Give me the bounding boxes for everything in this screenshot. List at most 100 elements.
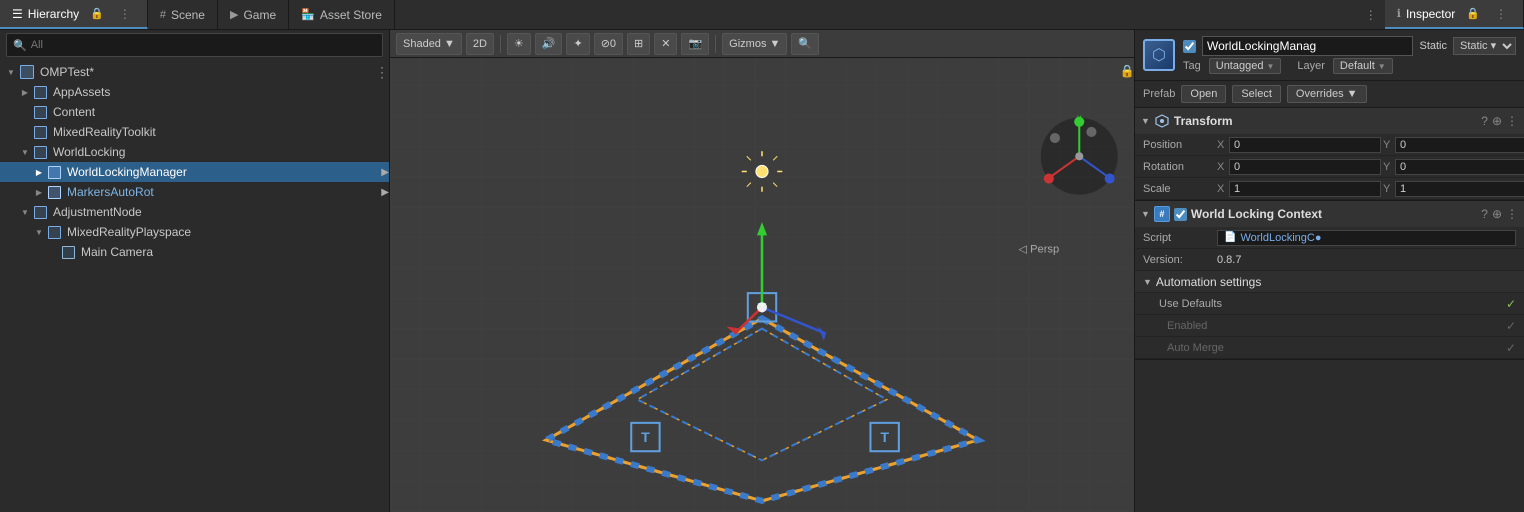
- camera-btn[interactable]: 📷: [681, 33, 709, 55]
- scene-tab-more[interactable]: ⋮: [1357, 8, 1385, 22]
- icon-camera: [62, 246, 75, 259]
- tab-inspector[interactable]: ℹ Inspector 🔒 ⋮: [1385, 0, 1524, 29]
- lighting-btn[interactable]: ☀: [507, 33, 531, 55]
- tree-item-worldlockingmanager[interactable]: WorldLockingManager ▶: [0, 162, 389, 182]
- tree-item-worldlocking[interactable]: WorldLocking: [0, 142, 389, 162]
- icon-mrt: [34, 126, 47, 139]
- svg-text:T: T: [880, 430, 889, 446]
- shading-label: Shaded: [403, 38, 441, 50]
- audio-btn[interactable]: 🔊: [535, 33, 563, 55]
- overrides-button[interactable]: Overrides ▼: [1287, 85, 1367, 103]
- transform-header[interactable]: ▼ Transform ? ⊕ ⋮: [1135, 108, 1524, 134]
- shading-dropdown[interactable]: Shaded ▼: [396, 33, 462, 55]
- wlc-help-icon[interactable]: ?: [1481, 207, 1488, 221]
- inspector-more-icon[interactable]: ⋮: [1491, 7, 1511, 21]
- search-scene-btn[interactable]: 🔍: [791, 33, 819, 55]
- more-omptest[interactable]: ⋮: [375, 64, 389, 81]
- icon-omptest: [20, 65, 34, 79]
- overrides-label: Overrides: [1296, 88, 1344, 100]
- arrow-right-wlm: ▶: [381, 167, 389, 178]
- separator1: [500, 35, 501, 53]
- transform-more-icon[interactable]: ⋮: [1506, 114, 1518, 128]
- tree-item-maincamera[interactable]: Main Camera: [0, 242, 389, 262]
- layer-value[interactable]: Default ▼: [1333, 58, 1393, 74]
- position-fields: X Y Z: [1217, 137, 1524, 153]
- scene-viewport[interactable]: T T T: [390, 58, 1134, 512]
- label-appassets: AppAssets: [53, 85, 110, 99]
- separator2: [715, 35, 716, 53]
- gizmos-btn[interactable]: Gizmos ▼: [722, 33, 787, 55]
- tab-hierarchy[interactable]: ☰ Hierarchy 🔒 ⋮: [0, 0, 148, 29]
- hierarchy-search[interactable]: 🔍: [6, 33, 383, 57]
- more-icon-hierarchy[interactable]: ⋮: [115, 7, 135, 21]
- toggle-btn1[interactable]: ⊘0: [594, 33, 623, 55]
- auto-merge-row: Auto Merge ✓: [1135, 337, 1524, 359]
- wlc-actions: ? ⊕ ⋮: [1481, 207, 1518, 221]
- tree-item-content[interactable]: Content: [0, 102, 389, 122]
- scale-x-input[interactable]: [1229, 181, 1381, 197]
- open-button[interactable]: Open: [1181, 85, 1226, 103]
- gizmos-label: Gizmos: [729, 38, 766, 50]
- game-tab-icon: ▶: [230, 8, 238, 21]
- tree-item-markersautorot[interactable]: MarkersAutoRot ▶: [0, 182, 389, 202]
- tab-asset-store[interactable]: 🏪 Asset Store: [289, 0, 395, 29]
- rot-x-input[interactable]: [1229, 159, 1381, 175]
- tree-item-appassets[interactable]: AppAssets: [0, 82, 389, 102]
- script-name: WorldLockingC●: [1240, 232, 1321, 244]
- pos-y-input[interactable]: [1395, 137, 1524, 153]
- pos-x-input[interactable]: [1229, 137, 1381, 153]
- search-input[interactable]: [31, 39, 376, 51]
- svg-text:◁ Persp: ◁ Persp: [1018, 244, 1059, 256]
- transform-section: ▼ Transform ? ⊕ ⋮ Position: [1135, 108, 1524, 201]
- wlc-enabled-checkbox[interactable]: [1174, 208, 1187, 221]
- overrides-arrow: ▼: [1347, 88, 1358, 100]
- object-icon-big: ⬡: [1143, 39, 1175, 71]
- tree-item-omptest[interactable]: OMPTest* ⋮: [0, 62, 389, 82]
- scale-y-input[interactable]: [1395, 181, 1524, 197]
- use-defaults-label: Use Defaults: [1159, 298, 1502, 310]
- position-label: Position: [1143, 139, 1213, 151]
- transform-settings-icon[interactable]: ⊕: [1492, 114, 1502, 128]
- 2d-toggle[interactable]: 2D: [466, 33, 494, 55]
- transform-help-icon[interactable]: ?: [1481, 114, 1488, 128]
- select-button[interactable]: Select: [1232, 85, 1281, 103]
- script-value[interactable]: 📄 WorldLockingC●: [1217, 230, 1516, 246]
- scale-x-group: X: [1217, 181, 1381, 197]
- wlc-icon: #: [1154, 206, 1170, 222]
- tab-scene[interactable]: # Scene: [148, 0, 218, 29]
- scene-tab-label: Scene: [171, 8, 205, 22]
- wlc-settings-icon[interactable]: ⊕: [1492, 207, 1502, 221]
- grid-btn[interactable]: ⊞: [627, 33, 650, 55]
- transform-icon: [1154, 113, 1170, 129]
- icon-an: [34, 206, 47, 219]
- inspector-icon: ℹ: [1397, 7, 1401, 20]
- wlc-header[interactable]: ▼ # World Locking Context ? ⊕ ⋮: [1135, 201, 1524, 227]
- pos-x-axis: X: [1217, 139, 1227, 151]
- label-omptest: OMPTest*: [40, 65, 94, 79]
- auto-merge-label: Auto Merge: [1167, 342, 1502, 354]
- scale-label: Scale: [1143, 183, 1213, 195]
- main-layout: 🔍 OMPTest* ⋮ AppAssets Content: [0, 30, 1524, 512]
- icon-appassets: [34, 86, 47, 99]
- object-enabled-checkbox[interactable]: [1183, 40, 1196, 53]
- auto-merge-check: ✓: [1506, 341, 1516, 355]
- snap-btn[interactable]: ✕: [654, 33, 677, 55]
- effects-btn[interactable]: ✦: [566, 33, 589, 55]
- rot-y-input[interactable]: [1395, 159, 1524, 175]
- 2d-label: 2D: [473, 38, 487, 50]
- static-dropdown[interactable]: Static ▾: [1453, 37, 1516, 55]
- object-name-input[interactable]: [1202, 36, 1413, 56]
- tab-game[interactable]: ▶ Game: [218, 0, 289, 29]
- tree-item-mrt[interactable]: MixedRealityToolkit: [0, 122, 389, 142]
- wlc-more-icon[interactable]: ⋮: [1506, 207, 1518, 221]
- prefab-label: Prefab: [1143, 88, 1175, 100]
- rotation-row: Rotation X Y Z: [1135, 156, 1524, 178]
- inspector-tab-label: Inspector: [1406, 7, 1455, 21]
- scale-y-axis: Y: [1383, 183, 1393, 195]
- static-label: Static: [1419, 40, 1447, 52]
- arrow-omptest: [4, 67, 18, 78]
- tree-item-playspace[interactable]: MixedRealityPlayspace: [0, 222, 389, 242]
- tag-value[interactable]: Untagged ▼: [1209, 58, 1282, 74]
- automation-header[interactable]: ▼ Automation settings: [1135, 271, 1524, 293]
- tree-item-adjustmentnode[interactable]: AdjustmentNode: [0, 202, 389, 222]
